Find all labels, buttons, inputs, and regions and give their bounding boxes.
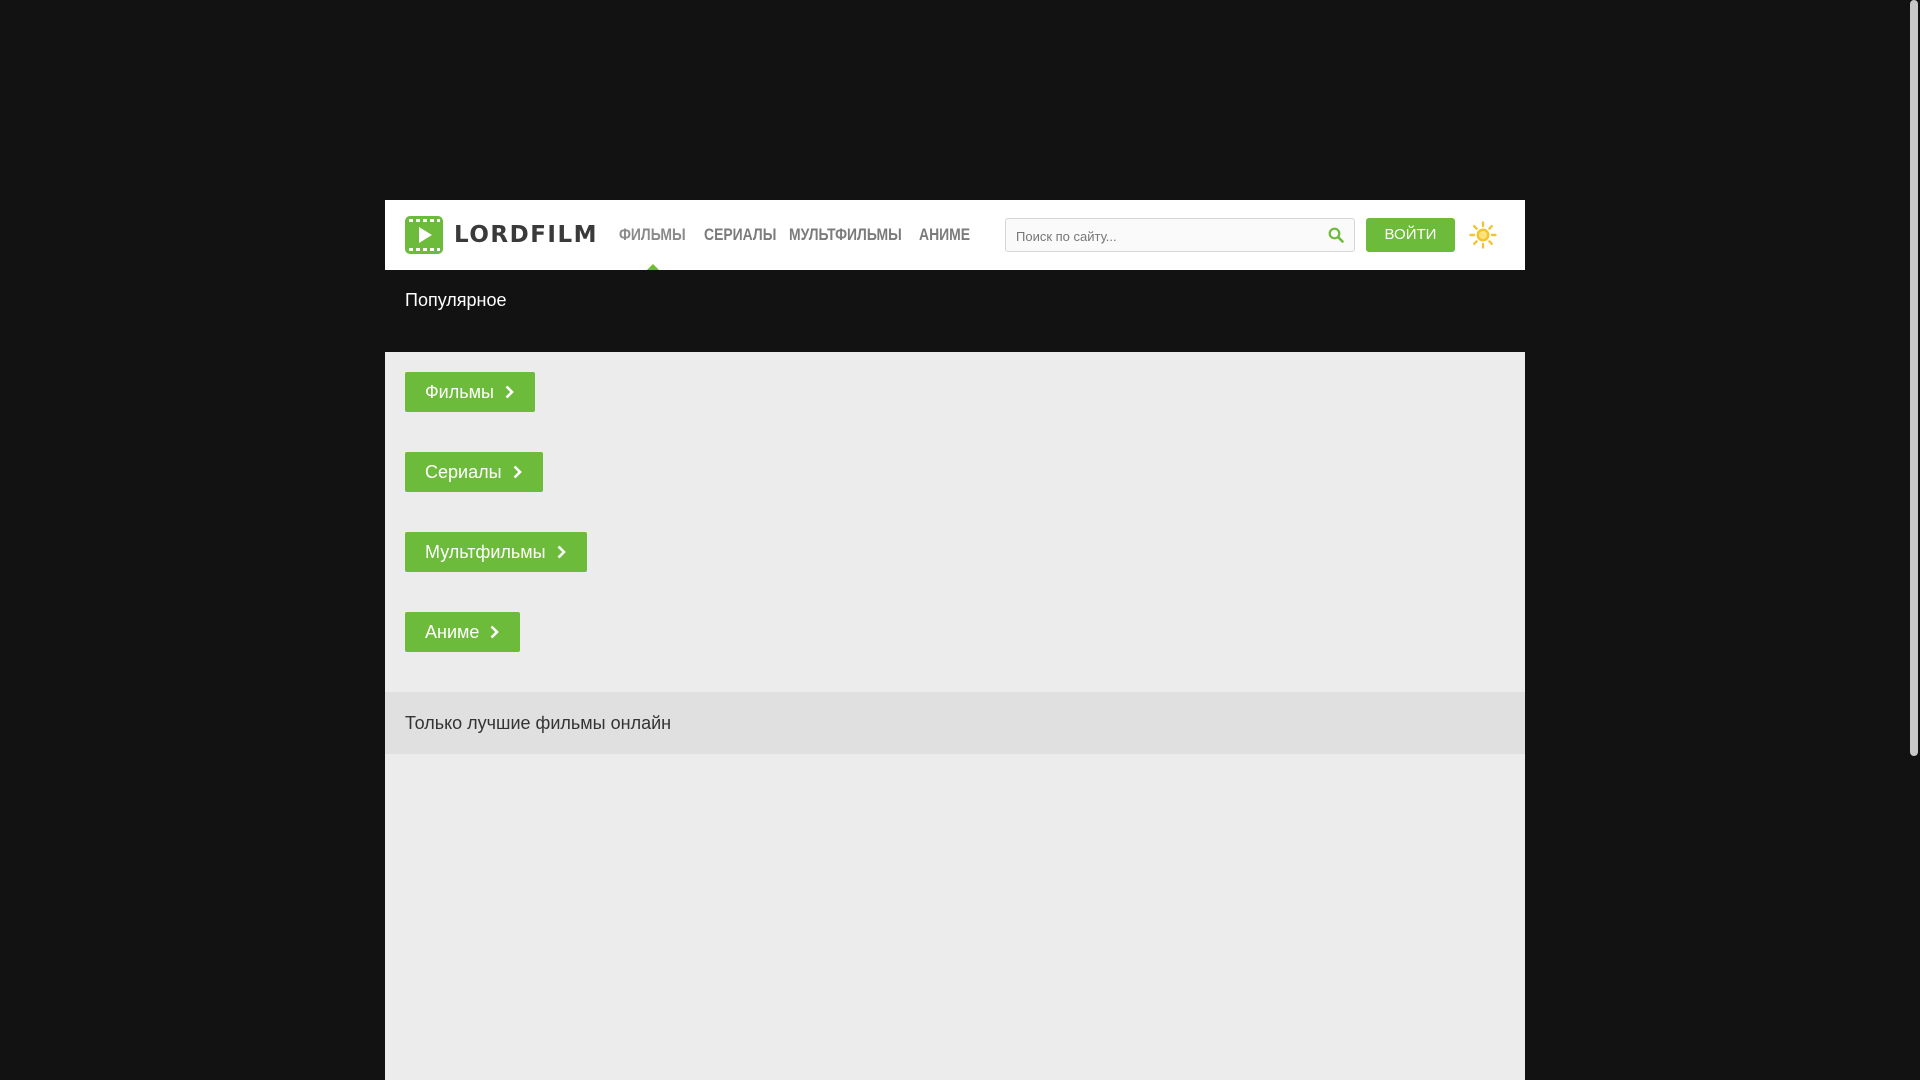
site-header: LORDFILM ФИЛЬМЫ СЕРИАЛЫ МУЛЬТФИЛЬМЫ АНИМ… [385, 200, 1525, 270]
play-film-icon [405, 216, 443, 254]
main-nav: ФИЛЬМЫ СЕРИАЛЫ МУЛЬТФИЛЬМЫ АНИМЕ [619, 200, 979, 270]
category-label: Аниме [425, 622, 480, 642]
chevron-right-icon [505, 385, 514, 399]
nav-item-series[interactable]: СЕРИАЛЫ [704, 225, 776, 245]
category-button-films[interactable]: Фильмы [405, 372, 535, 412]
category-button-series[interactable]: Сериалы [405, 452, 543, 492]
chevron-right-icon [557, 545, 566, 559]
search-box [1005, 218, 1355, 253]
popular-section: Популярное [385, 270, 1525, 352]
nav-item-cartoons[interactable]: МУЛЬТФИЛЬМЫ [789, 225, 902, 245]
chevron-right-icon [513, 465, 522, 479]
category-label: Фильмы [425, 382, 494, 402]
nav-item-anime[interactable]: АНИМЕ [919, 225, 970, 245]
category-label: Мультфильмы [425, 542, 546, 562]
category-button-cartoons[interactable]: Мультфильмы [405, 532, 587, 572]
site-logo[interactable]: LORDFILM [405, 216, 598, 254]
scrollbar-thumb[interactable] [1910, 0, 1918, 756]
category-label: Сериалы [425, 462, 502, 482]
logo-text: LORDFILM [454, 222, 599, 248]
best-films-title: Только лучшие фильмы онлайн [405, 713, 672, 733]
best-films-section: Только лучшие фильмы онлайн [385, 692, 1525, 754]
page-scrollbar[interactable] [1908, 0, 1920, 1080]
sun-icon[interactable] [1469, 221, 1497, 249]
category-button-anime[interactable]: Аниме [405, 612, 521, 652]
popular-title: Популярное [405, 290, 507, 310]
login-button[interactable]: ВОЙТИ [1366, 218, 1455, 252]
page-container: LORDFILM ФИЛЬМЫ СЕРИАЛЫ МУЛЬТФИЛЬМЫ АНИМ… [385, 200, 1525, 1080]
search-icon[interactable] [1328, 227, 1344, 243]
search-input[interactable] [1014, 219, 1318, 253]
chevron-right-icon [490, 625, 500, 639]
nav-item-films[interactable]: ФИЛЬМЫ [619, 225, 689, 245]
